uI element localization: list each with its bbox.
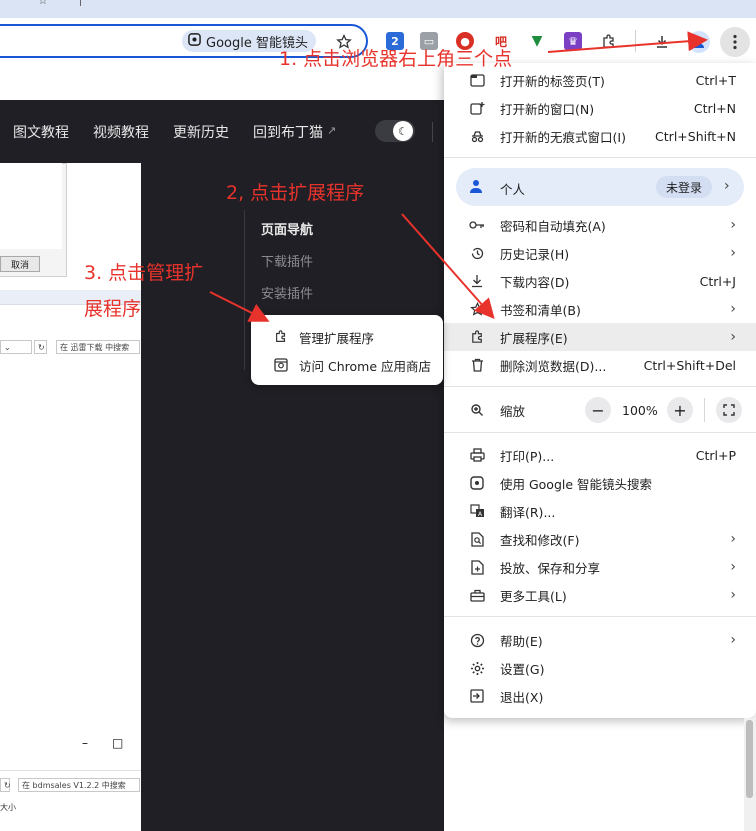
arrow-to-menu-button: [547, 31, 708, 53]
annotation-arrows: [209, 31, 708, 322]
arrow-to-extensions-item: [401, 213, 495, 319]
arrow-to-manage-extensions: [209, 291, 270, 322]
